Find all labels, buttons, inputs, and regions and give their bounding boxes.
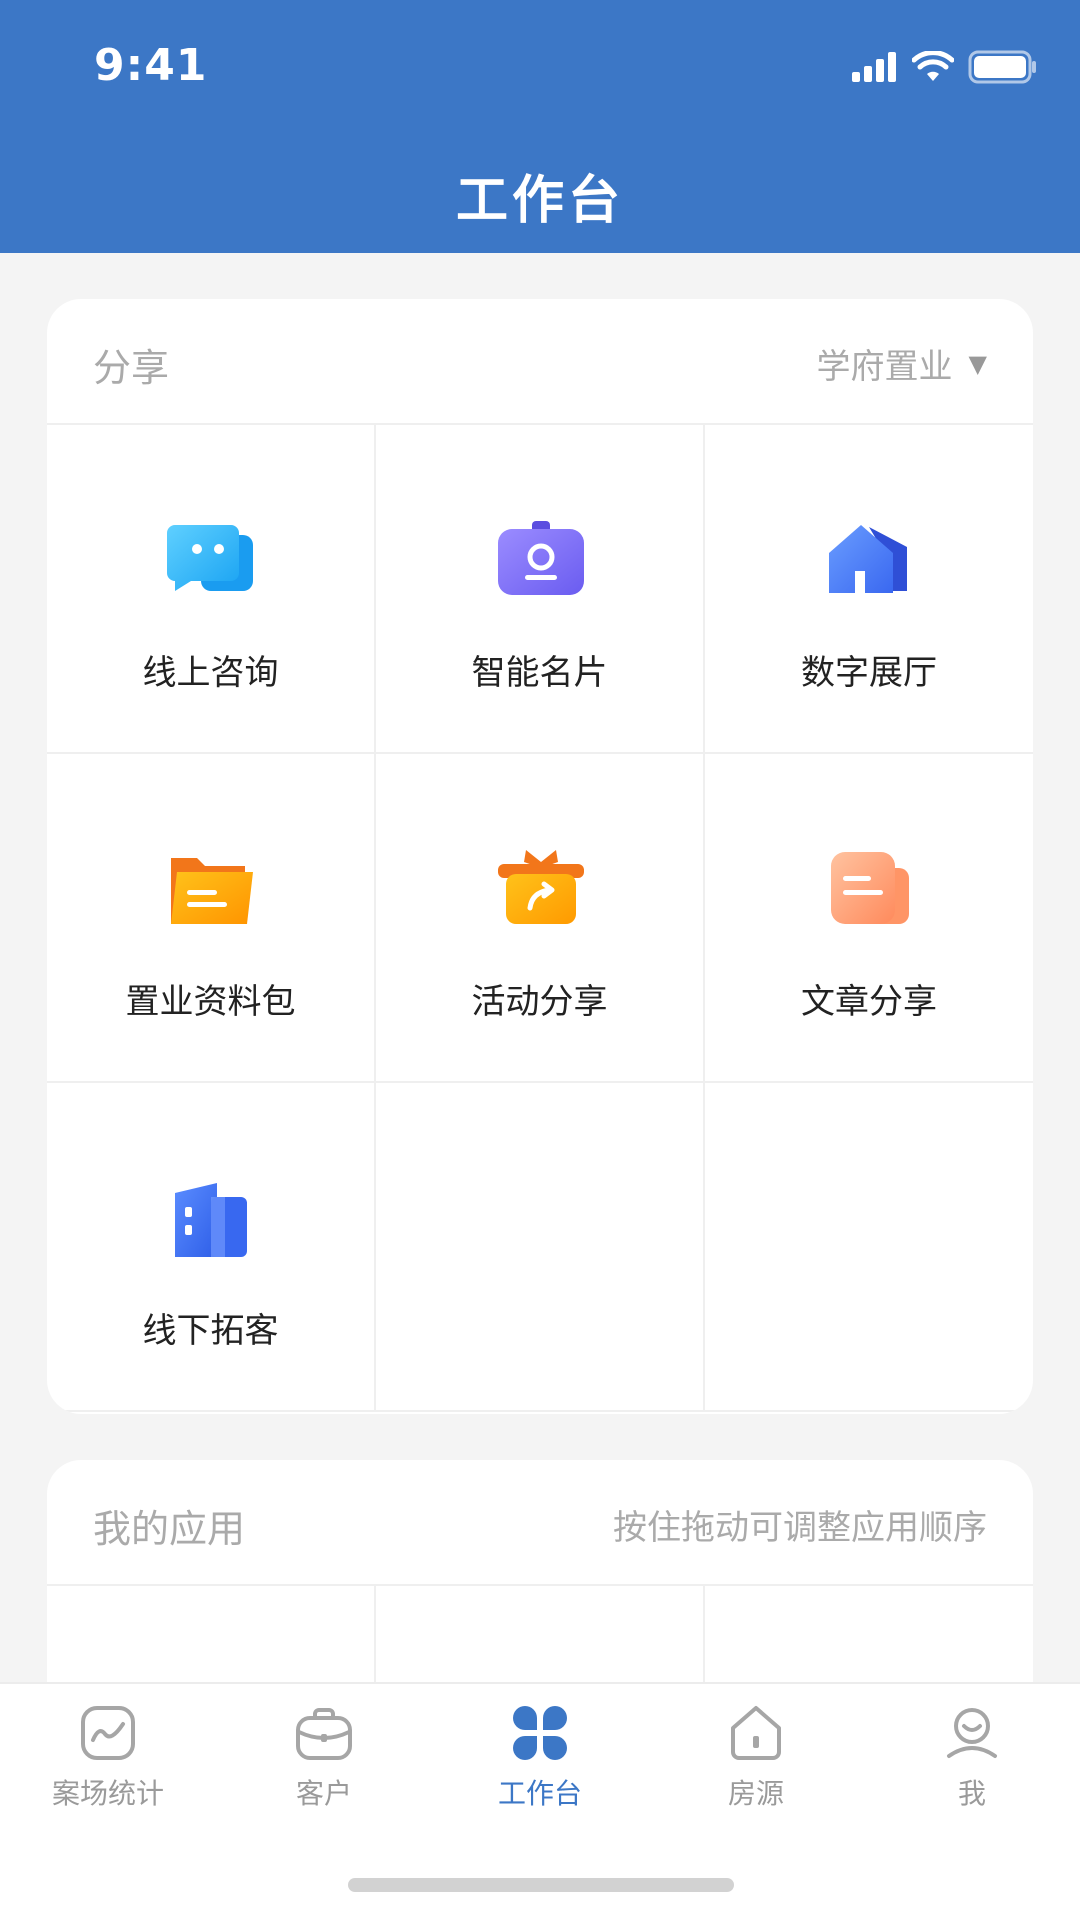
wifi-icon [912,51,954,81]
share-card: 分享 学府置业 ▼ 线上咨询 智能名片 数字展厅 置业资料包 活动分享 文章分享… [47,299,1033,1414]
chat-bubbles-icon [167,525,253,591]
stats-icon [81,1706,135,1760]
document-icon [831,852,909,924]
apps-hint: 按住拖动可调整应用顺序 [613,1500,987,1549]
tab-site-stats[interactable]: 案场统计 [0,1702,216,1812]
share-item-offline-expand[interactable]: 线下拓客 [47,1083,376,1412]
tab-me[interactable]: 我 [864,1702,1080,1812]
share-item-property-pack[interactable]: 置业资料包 [47,754,376,1083]
page-title: 工作台 [455,171,624,231]
status-time: 9:41 [94,40,208,91]
home-indicator [348,1878,734,1892]
empty-cell [705,1083,1033,1412]
apps-title: 我的应用 [93,1507,246,1551]
share-item-label: 文章分享 [801,982,937,1022]
tab-workbench[interactable]: 工作台 [432,1702,648,1812]
id-badge-icon [498,521,584,595]
building-icon [175,1183,247,1257]
share-item-digital-hall[interactable]: 数字展厅 [705,425,1033,754]
share-item-label: 活动分享 [471,982,608,1022]
caret-down-icon: ▼ [968,349,987,378]
tab-label: 房源 [727,1777,784,1810]
share-item-online-consult[interactable]: 线上咨询 [47,425,376,754]
share-item-label: 置业资料包 [125,982,296,1022]
header-bar: 9:41 工作台 [0,0,1080,253]
share-item-label: 线下拓客 [142,1311,279,1351]
share-item-smart-card[interactable]: 智能名片 [376,425,705,754]
tab-label: 工作台 [497,1777,582,1810]
share-item-label: 智能名片 [471,653,608,693]
share-item-label: 数字展厅 [801,653,937,693]
battery-icon [968,50,1036,84]
cellular-signal-icon [852,52,896,82]
share-item-label: 线上咨询 [142,653,279,693]
tab-customers[interactable]: 客户 [216,1702,432,1812]
status-icons [852,50,1038,84]
tab-listings[interactable]: 房源 [648,1702,864,1812]
project-selector[interactable]: 学府置业 ▼ [817,339,987,388]
share-item-event-share[interactable]: 活动分享 [376,754,705,1083]
customer-bag-icon [296,1708,352,1760]
apps-hint-label: 按住拖动可调整应用顺序 [613,1508,987,1548]
apps-card-header: 我的应用 按住拖动可调整应用顺序 [47,1460,1033,1586]
tab-label: 我 [957,1777,986,1810]
gift-share-icon [498,850,584,924]
share-item-article-share[interactable]: 文章分享 [705,754,1033,1083]
grid-icon [513,1706,567,1760]
share-title: 分享 [93,346,170,390]
folder-icon [171,858,253,924]
share-grid: 线上咨询 智能名片 数字展厅 置业资料包 活动分享 文章分享 线下拓客 [47,425,1033,1412]
profile-icon [947,1708,997,1758]
share-card-header: 分享 学府置业 ▼ [47,299,1033,425]
home-icon [731,1706,781,1760]
status-bar: 9:41 [0,0,1080,132]
project-selector-label: 学府置业 [816,347,953,387]
empty-cell [376,1083,705,1412]
tab-label: 客户 [295,1777,352,1810]
house-icon [829,525,907,593]
tab-label: 案场统计 [51,1777,164,1810]
